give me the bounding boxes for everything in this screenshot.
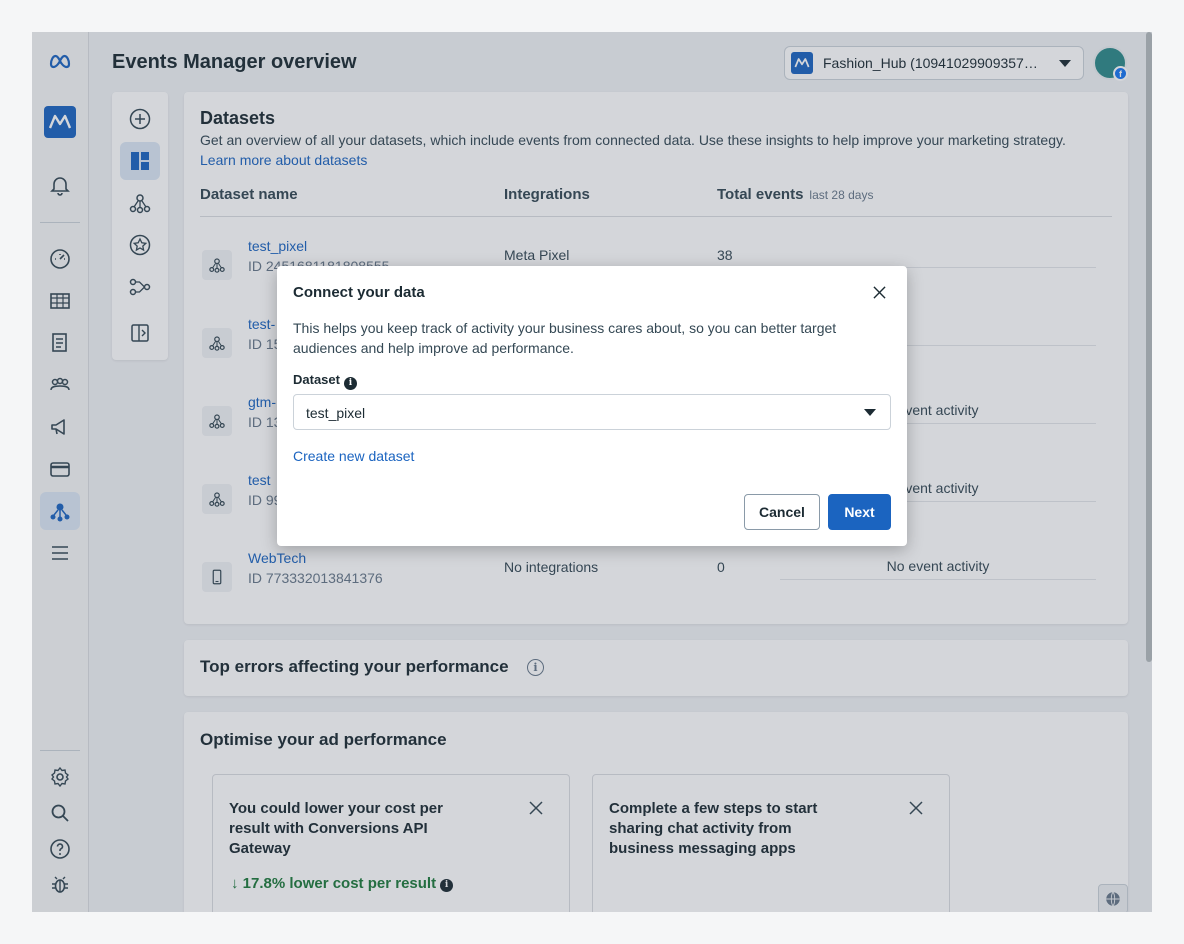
app-window: Events Manager overview Fashion_Hub (109… [32, 32, 1152, 912]
dialog-title: Connect your data [293, 284, 425, 301]
chevron-down-icon [864, 409, 876, 416]
connect-data-dialog: Connect your data This helps you keep tr… [277, 266, 907, 546]
dataset-field-label: Dataset i [293, 372, 357, 390]
dataset-select[interactable]: test_pixel [293, 394, 891, 430]
cancel-button[interactable]: Cancel [744, 494, 820, 530]
create-new-dataset-link[interactable]: Create new dataset [293, 448, 414, 464]
dialog-description: This helps you keep track of activity yo… [293, 320, 837, 356]
dataset-select-value: test_pixel [306, 405, 366, 421]
info-icon[interactable]: i [343, 377, 357, 390]
page-scrollbar[interactable] [1146, 32, 1152, 662]
next-button[interactable]: Next [828, 494, 891, 530]
dataset-label-text: Dataset [293, 372, 340, 387]
close-icon[interactable] [869, 282, 889, 302]
